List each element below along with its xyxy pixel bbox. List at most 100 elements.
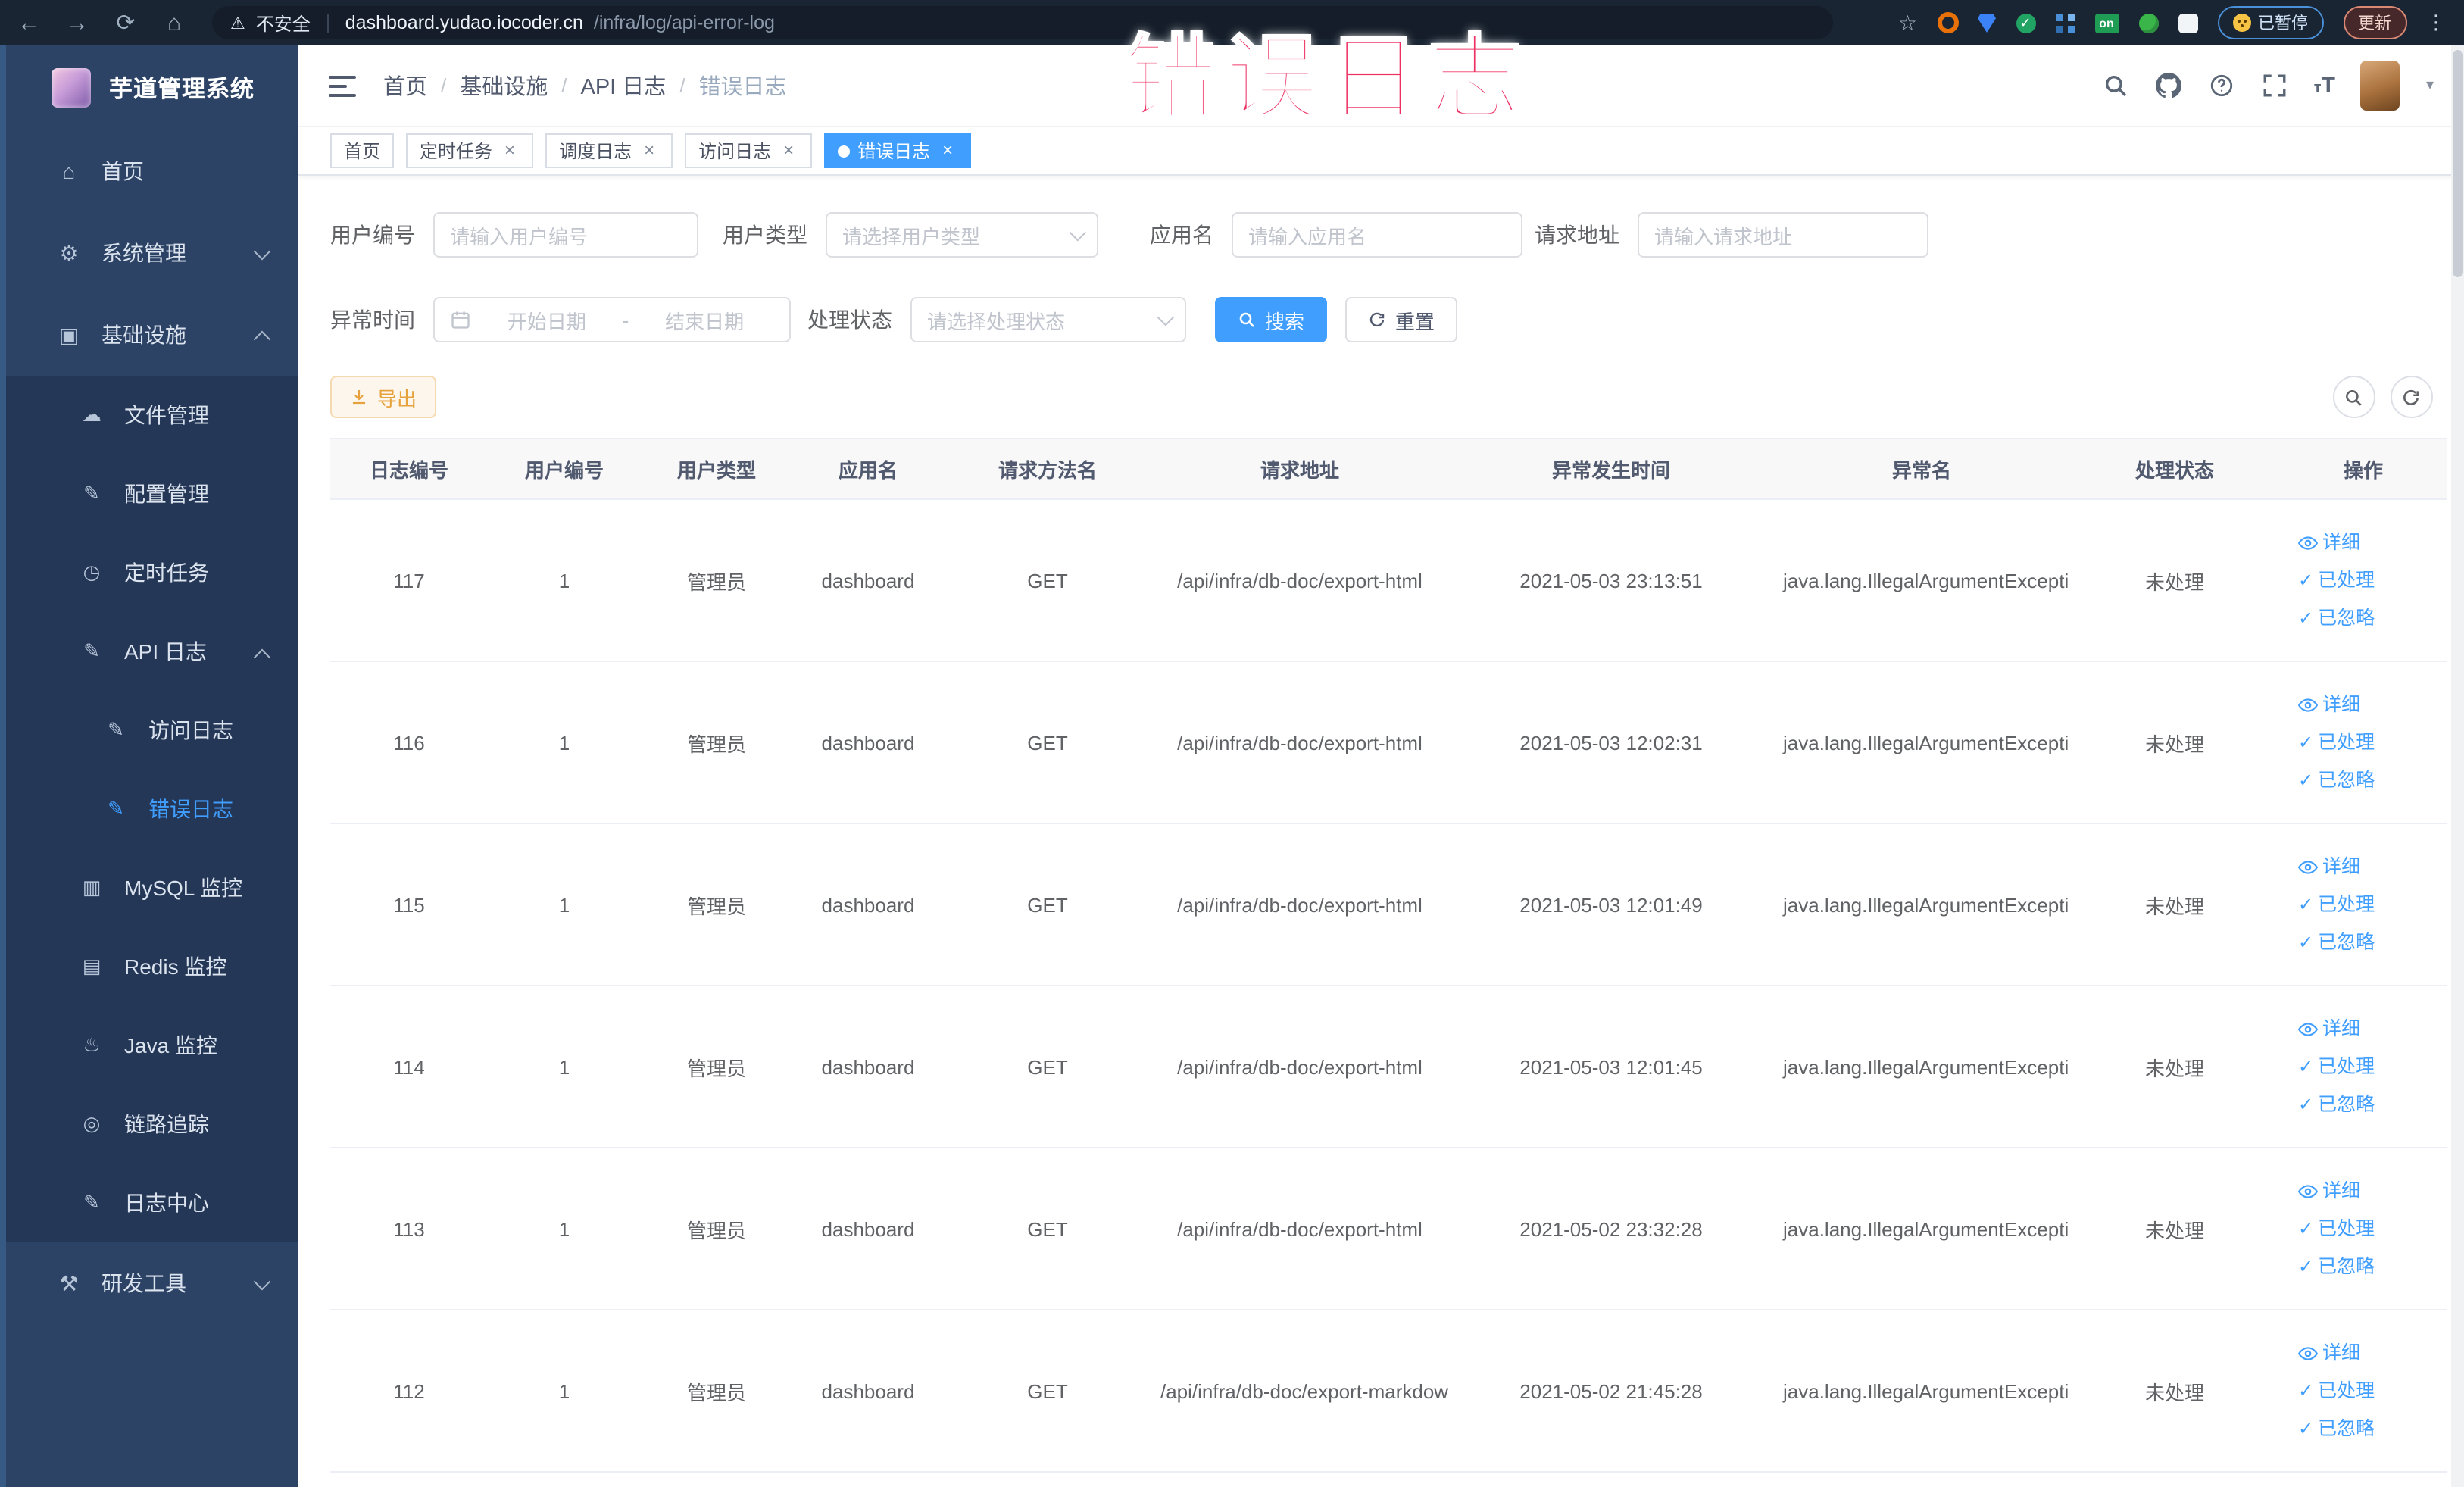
sidebar-item-redis-monitor[interactable]: ▤ Redis 监控 — [6, 927, 298, 1006]
sidebar-item-api-log[interactable]: ✎ API 日志 — [6, 612, 298, 691]
cell-process-status: 未处理 — [2069, 499, 2280, 662]
close-icon[interactable]: × — [639, 141, 659, 161]
table-row: 116 1 管理员 dashboard GET/api/infra/db-doc/exp… — [330, 661, 2447, 824]
date-separator: - — [622, 308, 629, 331]
mark-processed-link[interactable]: ✓ 已处理 — [2298, 723, 2375, 761]
hamburger-icon[interactable] — [329, 75, 356, 96]
extension-on-badge-icon[interactable]: on — [2094, 13, 2119, 33]
detail-link[interactable]: 详细 — [2298, 686, 2360, 723]
end-date-placeholder: 结束日期 — [665, 310, 745, 333]
cell-app-name: dashboard — [792, 823, 944, 986]
cell-actions: 详细 ✓ 已处理 ✓ 已忽略 — [2280, 1148, 2447, 1310]
tab-error-log[interactable]: 错误日志 × — [824, 133, 972, 168]
request-url-input[interactable]: 请输入请求地址 — [1638, 212, 1928, 258]
refresh-table-button[interactable] — [2390, 376, 2432, 418]
update-button[interactable]: 更新 — [2343, 6, 2406, 39]
paused-badge[interactable]: 已暂停 — [2217, 6, 2323, 39]
search-icon[interactable] — [2102, 72, 2129, 99]
scrollbar-track[interactable] — [2450, 45, 2464, 1487]
github-icon[interactable] — [2155, 72, 2182, 99]
sidebar-item-file-mgmt[interactable]: ☁ 文件管理 — [6, 376, 298, 455]
address-bar[interactable]: ⚠ 不安全 dashboard.yudao.iocoder.cn/infra/l… — [212, 6, 1833, 39]
scrollbar-thumb[interactable] — [2452, 50, 2462, 277]
browser-reload-icon[interactable]: ⟳ — [112, 9, 139, 36]
mark-processed-link[interactable]: ✓ 已处理 — [2298, 1372, 2375, 1410]
sidebar-item-java-monitor[interactable]: ♨ Java 监控 — [6, 1006, 298, 1085]
extension-green-check-icon[interactable]: ✓ — [2016, 13, 2035, 33]
app-name-label: 应用名 — [1150, 223, 1213, 247]
cell-process-status: 未处理 — [2069, 823, 2280, 986]
bookmark-star-icon[interactable]: ☆ — [1898, 10, 1917, 36]
sidebar-item-home[interactable]: ⌂ 首页 — [6, 130, 298, 212]
browser-home-icon[interactable]: ⌂ — [161, 10, 188, 36]
extension-blue-shield-icon[interactable] — [1978, 13, 1996, 33]
mark-processed-link[interactable]: ✓ 已处理 — [2298, 886, 2375, 923]
sidebar-item-system-mgmt[interactable]: ⚙ 系统管理 — [6, 212, 298, 294]
detail-link[interactable]: 详细 — [2298, 1334, 2360, 1372]
stack-icon: ▤ — [82, 954, 101, 977]
close-icon[interactable]: × — [779, 141, 798, 161]
user-type-select[interactable]: 请选择用户类型 — [826, 212, 1098, 258]
browser-menu-kebab-icon[interactable]: ⋮ — [2426, 11, 2446, 35]
sidebar-item-log-center[interactable]: ✎ 日志中心 — [6, 1164, 298, 1242]
detail-link[interactable]: 详细 — [2298, 848, 2360, 886]
app-name-input[interactable]: 请输入应用名 — [1232, 212, 1522, 258]
caret-down-icon[interactable]: ▾ — [2426, 77, 2434, 94]
font-size-icon[interactable]: тT — [2314, 73, 2335, 98]
browser-back-icon[interactable]: ← — [15, 10, 42, 36]
search-button[interactable]: 搜索 — [1215, 297, 1328, 342]
sidebar-item-access-log[interactable]: ✎ 访问日志 — [6, 691, 298, 770]
mark-ignored-link[interactable]: ✓ 已忽略 — [2298, 599, 2375, 637]
breadcrumb-infrastructure[interactable]: 基础设施 — [460, 70, 548, 102]
reset-button[interactable]: 重置 — [1345, 297, 1458, 342]
sidebar-item-trace[interactable]: ◎ 链路追踪 — [6, 1085, 298, 1164]
detail-link[interactable]: 详细 — [2298, 1172, 2360, 1210]
app-logo-row[interactable]: 芋道管理系统 — [6, 45, 298, 130]
not-secure-warning-icon: ⚠ — [230, 14, 245, 33]
mark-ignored-link[interactable]: ✓ 已忽略 — [2298, 923, 2375, 961]
avatar[interactable] — [2360, 61, 2400, 111]
tab-schedule-log[interactable]: 调度日志 × — [545, 133, 673, 168]
extension-grid-icon[interactable] — [2055, 13, 2075, 33]
fullscreen-icon[interactable] — [2261, 72, 2288, 99]
database-icon: ▥ — [82, 876, 101, 898]
sidebar-item-mysql-monitor[interactable]: ▥ MySQL 监控 — [6, 848, 298, 927]
help-icon[interactable] — [2208, 72, 2235, 99]
detail-link[interactable]: 详细 — [2298, 523, 2360, 561]
sidebar-item-scheduled-jobs[interactable]: ◷ 定时任务 — [6, 533, 298, 612]
col-user-id: 用户编号 — [488, 438, 641, 500]
tab-scheduled-jobs[interactable]: 定时任务 × — [406, 133, 534, 168]
process-status-select[interactable]: 请选择处理状态 — [910, 297, 1186, 342]
mark-ignored-link[interactable]: ✓ 已忽略 — [2298, 1248, 2375, 1286]
mark-ignored-link[interactable]: ✓ 已忽略 — [2298, 1086, 2375, 1123]
mark-ignored-link[interactable]: ✓ 已忽略 — [2298, 761, 2375, 799]
mark-processed-link[interactable]: ✓ 已处理 — [2298, 1210, 2375, 1248]
breadcrumb-api-log[interactable]: API 日志 — [581, 70, 667, 102]
extension-sprout-icon[interactable] — [2138, 13, 2158, 33]
sidebar-item-error-log[interactable]: ✎ 错误日志 — [6, 770, 298, 848]
cell-user-type: 管理员 — [641, 1148, 792, 1310]
close-icon[interactable]: × — [938, 141, 957, 161]
exception-time-range-picker[interactable]: 开始日期 - 结束日期 — [433, 297, 791, 342]
extension-orange-ring-icon[interactable] — [1937, 12, 1958, 33]
tab-access-log[interactable]: 访问日志 × — [685, 133, 813, 168]
cell-user-type: 管理员 — [641, 1310, 792, 1473]
detail-link[interactable]: 详细 — [2298, 1010, 2360, 1048]
mark-ignored-link[interactable]: ✓ 已忽略 — [2298, 1410, 2375, 1448]
browser-forward-icon[interactable]: → — [64, 10, 91, 36]
mark-processed-link[interactable]: ✓ 已处理 — [2298, 561, 2375, 599]
mark-processed-link[interactable]: ✓ 已处理 — [2298, 1048, 2375, 1086]
user-id-input[interactable]: 请输入用户编号 — [433, 212, 698, 258]
eye-icon: ◎ — [83, 1112, 101, 1135]
sidebar-item-dev-tools[interactable]: ⚒ 研发工具 — [6, 1242, 298, 1324]
tab-home[interactable]: 首页 — [330, 133, 395, 168]
extensions-puzzle-icon[interactable] — [2178, 13, 2197, 33]
sidebar-item-config-mgmt[interactable]: ✎ 配置管理 — [6, 455, 298, 533]
export-button[interactable]: 导出 — [330, 376, 437, 418]
breadcrumb-home[interactable]: 首页 — [383, 70, 427, 102]
cell-process-status: 未处理 — [2069, 661, 2280, 824]
toggle-search-button[interactable] — [2332, 376, 2375, 418]
close-icon[interactable]: × — [500, 141, 520, 161]
sidebar-item-infrastructure[interactable]: ▣ 基础设施 — [6, 294, 298, 376]
breadcrumb-error-log: 错误日志 — [698, 76, 787, 100]
